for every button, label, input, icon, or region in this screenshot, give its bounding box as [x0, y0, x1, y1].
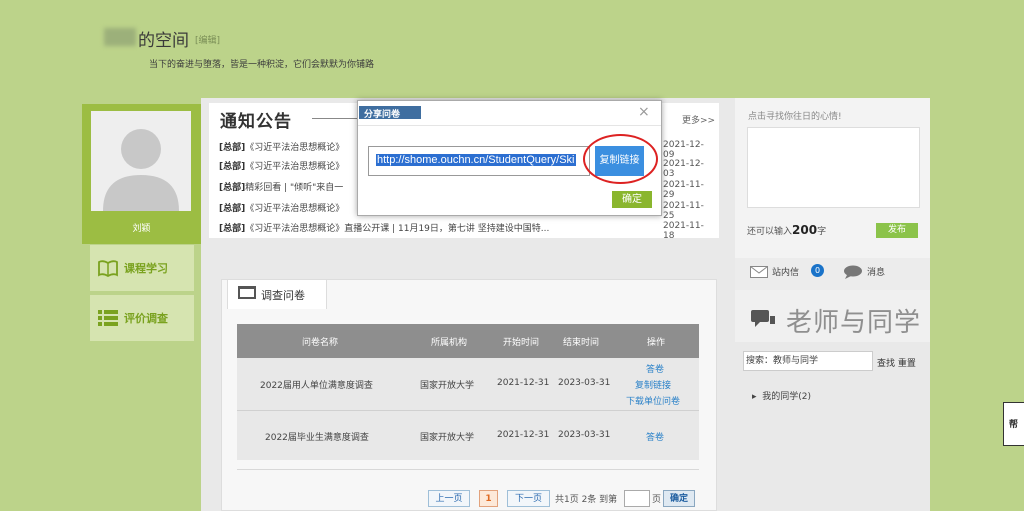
- motto: 当下的奋进与堕落，皆是一种积淀，它们会默默为你铺路: [149, 60, 375, 70]
- avatar[interactable]: [91, 111, 191, 211]
- pagination-info: 共1页 2条 到第: [555, 495, 618, 505]
- notice-tag: [总部]: [219, 183, 246, 193]
- answer-link[interactable]: 答卷: [646, 362, 664, 375]
- profile-name: 刘颖: [132, 224, 151, 234]
- close-icon[interactable]: ×: [638, 104, 650, 120]
- blurred-username: [104, 28, 136, 46]
- window-icon: [238, 286, 256, 299]
- notice-date: 2021-12-03: [663, 159, 704, 179]
- survey-org: 国家开放大学: [420, 433, 475, 443]
- notice-text: 《习近平法治思想概论》: [245, 162, 345, 172]
- survey-name: 2022届毕业生满意度调查: [265, 433, 369, 443]
- highlight-circle: [583, 134, 658, 184]
- answer-link[interactable]: 答卷: [646, 430, 664, 443]
- edit-link[interactable]: [编辑]: [195, 33, 220, 46]
- teachers-title: 老师与同学: [786, 308, 922, 338]
- expand-arrow-icon: ▸: [752, 392, 757, 402]
- notice-item[interactable]: [总部]《习近平法治思想概论》直播公开课 | 11月19日，第七讲 坚持建设中国…: [219, 221, 709, 241]
- inbox-link[interactable]: 站内信: [772, 265, 799, 278]
- download-org-survey-link[interactable]: 下载单位问卷: [626, 394, 680, 407]
- table-divider: [237, 469, 699, 470]
- dialog-title: 分享问卷: [364, 110, 401, 120]
- table-row: 2022届毕业生满意度调查 国家开放大学 2021-12-31 2023-03-…: [237, 410, 699, 460]
- survey-start: 2021-12-31: [497, 378, 550, 388]
- notice-date: 2021-11-18: [663, 221, 704, 241]
- share-link-input[interactable]: http://shome.ouchn.cn/StudentQuery/Ski: [368, 146, 590, 176]
- char-hint-suffix: 字: [817, 227, 827, 237]
- char-hint-count: 200: [792, 223, 818, 237]
- current-page[interactable]: 1: [479, 490, 498, 507]
- messages-link[interactable]: 消息: [867, 265, 885, 278]
- mail-icon: [750, 266, 768, 278]
- help-tab[interactable]: 帮助: [1003, 402, 1024, 446]
- char-count-hint: 还可以输入200字: [747, 223, 826, 237]
- reset-button[interactable]: 重置: [898, 359, 916, 369]
- survey-name: 2022届用人单位满意度调查: [260, 381, 373, 391]
- col-start-time: 开始时间: [503, 338, 540, 348]
- notice-tag: [总部]: [219, 143, 246, 153]
- col-survey-name: 问卷名称: [302, 338, 339, 348]
- survey-start: 2021-12-31: [497, 430, 550, 440]
- char-hint-prefix: 还可以输入: [747, 227, 793, 237]
- classmates-group-label: 我的同学(2): [762, 392, 812, 402]
- page-suffix: 页: [652, 495, 662, 505]
- prev-page-button[interactable]: 上一页: [428, 490, 470, 507]
- notice-tag: [总部]: [219, 162, 246, 172]
- next-page-button[interactable]: 下一页: [507, 490, 550, 507]
- dialog-divider: [358, 125, 661, 126]
- mood-textarea[interactable]: [747, 127, 920, 208]
- nav-evaluation-survey-label: 评价调查: [124, 312, 168, 325]
- avatar-silhouette-icon: [103, 129, 179, 211]
- notice-text: 精彩回看 | "倾听"来自一: [245, 183, 344, 193]
- search-button[interactable]: 查找: [877, 359, 895, 369]
- survey-end: 2023-03-31: [558, 378, 611, 388]
- notice-tag: [总部]: [219, 224, 246, 234]
- notice-tag: [总部]: [219, 204, 246, 214]
- teacher-search-input[interactable]: 搜索：教师与同学: [743, 351, 873, 371]
- notice-title: 通知公告: [220, 112, 292, 132]
- nav-course-study-label: 课程学习: [124, 262, 168, 275]
- tab-survey-label: 调查问卷: [261, 289, 305, 302]
- survey-table-header: 问卷名称 所属机构 开始时间 结束时间 操作: [237, 324, 699, 358]
- notice-date: 2021-11-29: [663, 180, 704, 200]
- page-title: 的空间: [138, 31, 189, 51]
- notice-text: 《习近平法治思想概论》: [245, 143, 345, 153]
- chat-icon: [751, 310, 775, 327]
- confirm-button[interactable]: 确定: [612, 191, 652, 208]
- publish-button[interactable]: 发布: [876, 223, 918, 238]
- chat-bubble-icon: [844, 265, 862, 279]
- nav-evaluation-survey[interactable]: 评价调查: [90, 295, 194, 341]
- col-organization: 所属机构: [431, 338, 468, 348]
- survey-end: 2023-03-31: [558, 430, 611, 440]
- inbox-count-badge: 0: [811, 264, 824, 277]
- teacher-search-actions: 查找 重置: [877, 356, 916, 369]
- share-link-text: http://shome.ouchn.cn/StudentQuery/Ski: [376, 154, 576, 166]
- more-notices-link[interactable]: 更多>>: [682, 113, 715, 126]
- col-end-time: 结束时间: [563, 338, 600, 348]
- notice-text: 《习近平法治思想概论》直播公开课 | 11月19日，第七讲 坚持建设中国特...: [245, 224, 550, 234]
- notice-text: 《习近平法治思想概论》: [245, 204, 345, 214]
- notice-date: 2021-12-09: [663, 140, 704, 160]
- page-go-button[interactable]: 确定: [663, 490, 695, 507]
- notice-divider: [312, 118, 362, 119]
- book-icon: [98, 260, 118, 277]
- notice-date: 2021-11-25: [663, 201, 704, 221]
- classmates-group[interactable]: ▸ 我的同学(2): [752, 389, 811, 402]
- nav-course-study[interactable]: 课程学习: [90, 245, 194, 291]
- table-row: 2022届用人单位满意度调查 国家开放大学 2021-12-31 2023-03…: [237, 358, 699, 410]
- list-icon: [98, 310, 118, 326]
- mood-prompt: 点击寻找你往日的心情!: [748, 112, 842, 122]
- page-jump-input[interactable]: [624, 490, 650, 507]
- survey-org: 国家开放大学: [420, 381, 475, 391]
- col-actions: 操作: [647, 338, 666, 348]
- copy-link-link[interactable]: 复制链接: [635, 378, 671, 391]
